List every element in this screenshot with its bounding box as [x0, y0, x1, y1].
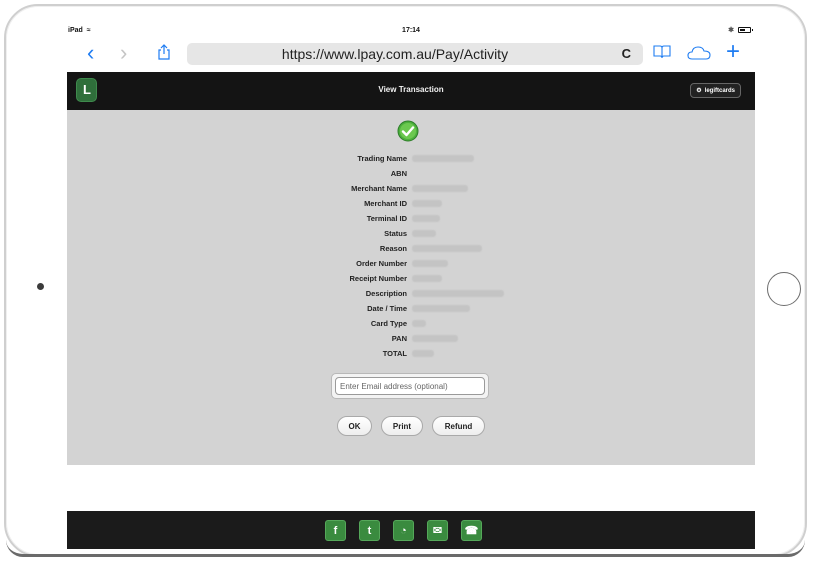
field-value-redacted: [412, 155, 474, 162]
back-icon[interactable]: ‹: [87, 42, 94, 64]
twitter-icon[interactable]: t: [359, 520, 380, 541]
field-row: Reason: [67, 241, 755, 256]
field-value-redacted: [412, 185, 468, 192]
home-button[interactable]: [767, 272, 801, 306]
share-icon[interactable]: [157, 44, 171, 60]
battery-icon: [738, 27, 753, 33]
field-value-redacted: [412, 215, 440, 222]
field-row: ABN: [67, 166, 755, 181]
browser-toolbar: ‹ › https://www.lpay.com.au/Pay/Activity…: [67, 40, 755, 72]
field-label: Order Number: [356, 259, 407, 268]
page-footer: f t ◔ ✉ ☎: [67, 511, 755, 549]
bluetooth-icon: ✱: [728, 27, 734, 34]
new-tab-icon[interactable]: +: [726, 40, 740, 64]
field-label: Description: [365, 289, 407, 298]
address-bar[interactable]: https://www.lpay.com.au/Pay/Activity C: [187, 43, 643, 65]
print-button[interactable]: Print: [381, 416, 423, 436]
reload-icon[interactable]: C: [622, 46, 631, 61]
ipad-frame: iPad ≈ 17:14 ✱ ‹ › https://www.lpay.com.…: [4, 4, 807, 557]
field-value-redacted: [412, 350, 434, 357]
field-row: Description: [67, 286, 755, 301]
field-label: Reason: [379, 244, 407, 253]
field-value-redacted: [412, 335, 458, 342]
page-title: View Transaction: [378, 85, 444, 94]
globe-icon[interactable]: ◔: [393, 520, 414, 541]
social-links: f t ◔ ✉ ☎: [325, 520, 482, 541]
field-label: Trading Name: [357, 154, 407, 163]
field-value-redacted: [412, 245, 482, 252]
field-value-redacted: [412, 275, 442, 282]
url-text: https://www.lpay.com.au/Pay/Activity: [281, 46, 509, 62]
status-bar: iPad ≈ 17:14 ✱: [67, 22, 755, 40]
bookmarks-icon[interactable]: [653, 45, 671, 59]
field-row: Date / Time: [67, 301, 755, 316]
facebook-icon[interactable]: f: [325, 520, 346, 541]
field-label: Merchant Name: [351, 184, 407, 193]
transaction-panel: Trading Name ABN Merchant Name Merchant …: [67, 110, 755, 465]
cloud-tabs-icon[interactable]: [687, 45, 711, 60]
email-field-wrapper: [331, 373, 489, 399]
status-right: ✱: [728, 26, 753, 34]
field-label: Status: [384, 229, 407, 238]
field-label: PAN: [391, 334, 407, 343]
field-label: Date / Time: [367, 304, 407, 313]
brand-button[interactable]: ⚙ legiftcards: [690, 83, 741, 98]
field-label: TOTAL: [382, 349, 407, 358]
email-input[interactable]: [335, 377, 485, 395]
field-row: PAN: [67, 331, 755, 346]
field-row: Merchant Name: [67, 181, 755, 196]
email-icon[interactable]: ✉: [427, 520, 448, 541]
front-camera: [37, 283, 44, 290]
field-row: TOTAL: [67, 346, 755, 361]
field-value-redacted: [412, 305, 470, 312]
gear-icon: ⚙: [696, 88, 702, 94]
field-value-redacted: [412, 320, 426, 327]
field-label: ABN: [390, 169, 407, 178]
field-row: Card Type: [67, 316, 755, 331]
field-value-redacted: [412, 290, 504, 297]
brand-button-label: legiftcards: [704, 87, 735, 94]
field-row: Trading Name: [67, 151, 755, 166]
ok-button[interactable]: OK: [337, 416, 372, 436]
field-label: Card Type: [370, 319, 407, 328]
field-row: Terminal ID: [67, 211, 755, 226]
refund-button[interactable]: Refund: [432, 416, 485, 436]
phone-icon[interactable]: ☎: [461, 520, 482, 541]
field-row: Order Number: [67, 256, 755, 271]
field-value-redacted: [412, 260, 448, 267]
transaction-fields: Trading Name ABN Merchant Name Merchant …: [67, 151, 755, 361]
action-buttons: OK Print Refund: [337, 416, 485, 436]
success-check-icon: [397, 120, 419, 142]
field-value-redacted: [412, 230, 436, 237]
forward-icon[interactable]: ›: [120, 42, 127, 64]
field-label: Merchant ID: [364, 199, 407, 208]
status-time: 17:14: [402, 27, 420, 34]
page-navbar: L View Transaction ⚙ legiftcards: [67, 72, 755, 110]
field-label: Terminal ID: [366, 214, 407, 223]
field-row: Receipt Number: [67, 271, 755, 286]
field-value-redacted: [412, 200, 442, 207]
field-row: Status: [67, 226, 755, 241]
screen: iPad ≈ 17:14 ✱ ‹ › https://www.lpay.com.…: [67, 22, 755, 549]
field-label: Receipt Number: [349, 274, 407, 283]
field-row: Merchant ID: [67, 196, 755, 211]
